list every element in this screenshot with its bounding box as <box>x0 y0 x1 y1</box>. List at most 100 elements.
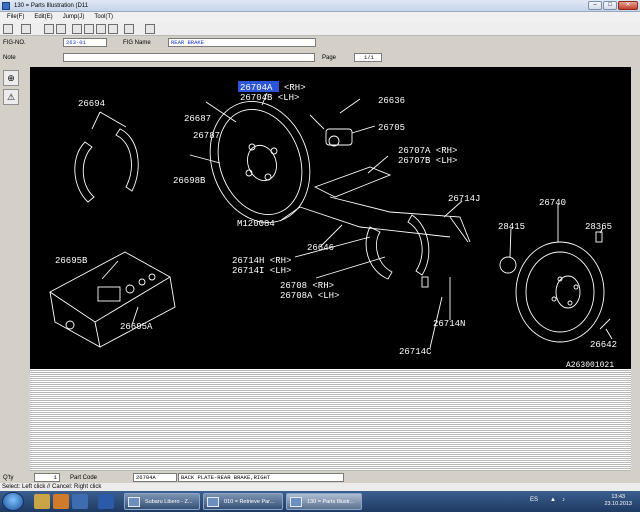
label-26714n[interactable]: 26714N <box>433 319 465 329</box>
label-26707b[interactable]: 26707B <LH> <box>398 156 457 166</box>
warning-icon[interactable]: ⚠ <box>3 89 19 105</box>
label-26714i[interactable]: 26714I <LH> <box>232 266 291 276</box>
label-26636[interactable]: 26636 <box>378 96 405 106</box>
close-button[interactable]: ✕ <box>618 1 638 10</box>
menu-edit[interactable]: Edit(E) <box>29 12 57 22</box>
settings-icon[interactable] <box>145 24 155 34</box>
task-label: Subaru Libero - Z... <box>145 499 193 505</box>
task-label: 010 = Retrieve Par... <box>224 499 275 505</box>
menu-jump[interactable]: Jump(J) <box>58 12 90 22</box>
page-field[interactable]: 1/1 <box>354 53 382 62</box>
label-26694[interactable]: 26694 <box>78 99 105 109</box>
tool-icon[interactable] <box>124 24 134 34</box>
label-26704a[interactable]: 26704A <box>240 83 273 93</box>
taskbar: Subaru Libero - Z... 010 = Retrieve Par.… <box>0 491 640 512</box>
part-code-field[interactable]: 26704A <box>133 473 177 482</box>
minimize-button[interactable]: – <box>588 1 602 10</box>
browser-icon[interactable] <box>98 494 114 509</box>
side-toolbar: ⊕ ⚠ <box>0 66 30 471</box>
label-26695a[interactable]: 26695A <box>120 322 153 332</box>
window-icon <box>207 497 219 507</box>
status-bar: Select: Left click // Cancel: Right clic… <box>0 483 640 491</box>
label-26707a[interactable]: 26707A <RH> <box>398 146 457 156</box>
copy-icon[interactable] <box>44 24 54 34</box>
window-controls: – □ ✕ <box>588 1 638 10</box>
fig-name-label: FIG Name <box>123 40 151 46</box>
adjuster-drawing <box>313 166 392 198</box>
label-26714c[interactable]: 26714C <box>399 347 432 357</box>
zoom-icon[interactable]: ⊕ <box>3 70 19 86</box>
nav-first-icon[interactable] <box>72 24 82 34</box>
maximize-button[interactable]: □ <box>603 1 617 10</box>
label-28415[interactable]: 28415 <box>498 222 525 232</box>
language-indicator[interactable]: ES <box>530 497 538 503</box>
label-26714j[interactable]: 26714J <box>448 194 480 204</box>
brake-shoe-left-drawing <box>74 141 95 203</box>
media-icon[interactable] <box>53 494 69 509</box>
brake-shoe-rear-left-drawing <box>365 226 393 280</box>
note-row: Note Page 1/1 <box>0 52 640 64</box>
label-26704b[interactable]: 26704B <LH> <box>240 93 299 103</box>
label-26695b[interactable]: 26695B <box>55 256 88 266</box>
label-26708a[interactable]: 26708A <LH> <box>280 291 339 301</box>
part-desc-field[interactable]: BACK PLATE-REAR BRAKE,RIGHT <box>178 473 344 482</box>
label-26642[interactable]: 26642 <box>590 340 617 350</box>
brake-shoe-rear-right-drawing <box>407 214 430 276</box>
folder-icon[interactable] <box>34 494 50 509</box>
title-bar: 130 = Parts Illustration (D11 – □ ✕ <box>0 0 640 12</box>
qty-field[interactable]: 1 <box>34 473 60 482</box>
part-info-row: Q'ty 1 Part Code 26704A BACK PLATE-REAR … <box>0 473 640 483</box>
start-button[interactable] <box>2 492 24 511</box>
part-code-label: Part Code <box>70 475 98 481</box>
app-icon <box>2 1 10 10</box>
brake-drum-drawing <box>515 241 605 343</box>
explorer-icon[interactable] <box>72 494 88 509</box>
page-label: Page <box>322 55 337 61</box>
brake-shoe-right-drawing <box>115 128 139 192</box>
label-ref: A263001021 <box>566 361 614 369</box>
label-26704a-rh: <RH> <box>284 83 306 93</box>
label-26740[interactable]: 26740 <box>539 198 566 208</box>
label-28365[interactable]: 28365 <box>585 222 612 232</box>
label-26708[interactable]: 26708 <RH> <box>280 281 334 291</box>
label-26698b[interactable]: 26698B <box>173 176 206 186</box>
fig-row: FIG-NO. 263-01 FIG Name REAR BRAKE <box>0 37 640 49</box>
task-parts-illustration[interactable]: 130 = Parts Illustr... <box>286 493 362 510</box>
system-tray: ES ▲ ♪ 13:43 23.10.2013 <box>528 491 640 512</box>
label-26787[interactable]: 26787 <box>193 131 220 141</box>
clock-date: 23.10.2013 <box>604 501 632 507</box>
volume-icon[interactable]: ♪ <box>562 497 565 503</box>
copy-all-icon[interactable] <box>56 24 66 34</box>
task-subaru[interactable]: Subaru Libero - Z... <box>124 493 200 510</box>
backing-plate-drawing <box>209 101 311 223</box>
note-label: Note <box>3 55 16 61</box>
window-icon <box>290 497 302 507</box>
task-label: 130 = Parts Illustr... <box>307 499 355 505</box>
fig-name-field[interactable]: REAR BRAKE <box>168 38 316 47</box>
label-26714h[interactable]: 26714H <RH> <box>232 256 291 266</box>
task-retrieve-parts[interactable]: 010 = Retrieve Par... <box>203 493 283 510</box>
label-m120084[interactable]: M120084 <box>237 219 275 229</box>
network-icon[interactable]: ▲ <box>550 497 556 503</box>
nav-prev-icon[interactable] <box>84 24 94 34</box>
label-26705[interactable]: 26705 <box>378 123 405 133</box>
print-preview-icon[interactable] <box>21 24 31 34</box>
menu-bar: File(F) Edit(E) Jump(J) Tool(T) <box>0 12 640 22</box>
seal-drawing <box>499 256 517 274</box>
toolbar <box>0 22 640 36</box>
menu-file[interactable]: File(F) <box>2 12 29 22</box>
parts-illustration[interactable]: 26704A <RH> 26704B <LH> 26694 26687 2678… <box>30 67 631 369</box>
fig-no-label: FIG-NO. <box>3 40 26 46</box>
parts-list-area[interactable] <box>30 369 631 471</box>
note-field[interactable] <box>63 53 315 62</box>
clock-time: 13:43 <box>611 494 626 500</box>
nav-next-icon[interactable] <box>96 24 106 34</box>
menu-tool[interactable]: Tool(T) <box>89 12 118 22</box>
label-26687[interactable]: 26687 <box>184 114 211 124</box>
nav-last-icon[interactable] <box>108 24 118 34</box>
label-26646[interactable]: 26646 <box>307 243 334 253</box>
print-icon[interactable] <box>3 24 13 34</box>
window-title: 130 = Parts Illustration (D11 <box>14 2 89 9</box>
fig-no-field[interactable]: 263-01 <box>63 38 107 47</box>
clock[interactable]: 13:43 23.10.2013 <box>604 494 632 508</box>
